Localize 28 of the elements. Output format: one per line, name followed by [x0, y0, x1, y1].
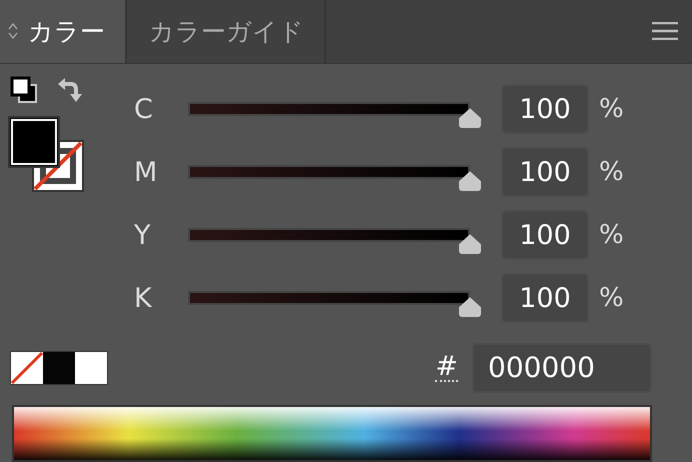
none-swatch-icon[interactable]: [11, 352, 43, 384]
tab[interactable]: カラー: [0, 0, 127, 63]
swatch[interactable]: [75, 352, 107, 384]
percent-unit: %: [599, 157, 624, 188]
swap-arrow-icon[interactable]: [56, 76, 84, 104]
hex-field[interactable]: 000000: [472, 342, 652, 393]
percent-unit: %: [599, 220, 624, 250]
default-colors-icon[interactable]: [10, 76, 38, 104]
fill-stroke-swatch-icon[interactable]: [8, 116, 84, 194]
channel-label: M: [133, 156, 158, 188]
collapse-icon[interactable]: [8, 23, 18, 40]
value-field[interactable]: 100: [501, 84, 589, 134]
value-field[interactable]: 100: [501, 210, 589, 260]
slider-thumb[interactable]: [459, 108, 481, 128]
percent-unit: %: [599, 283, 624, 314]
slider-thumb[interactable]: [459, 297, 481, 318]
menu-icon[interactable]: [652, 22, 678, 40]
slider-thumb[interactable]: [459, 171, 481, 192]
value-field[interactable]: 100: [501, 147, 589, 198]
channel-label: K: [133, 282, 153, 314]
channel-label: C: [133, 94, 154, 125]
channel-label: Y: [133, 220, 152, 251]
color-spectrum[interactable]: [12, 404, 652, 462]
value-field[interactable]: 100: [501, 273, 589, 324]
slider-thumb[interactable]: [459, 234, 481, 254]
swatch[interactable]: [43, 352, 75, 384]
percent-unit: %: [599, 94, 624, 124]
hex-label: #: [435, 353, 458, 382]
